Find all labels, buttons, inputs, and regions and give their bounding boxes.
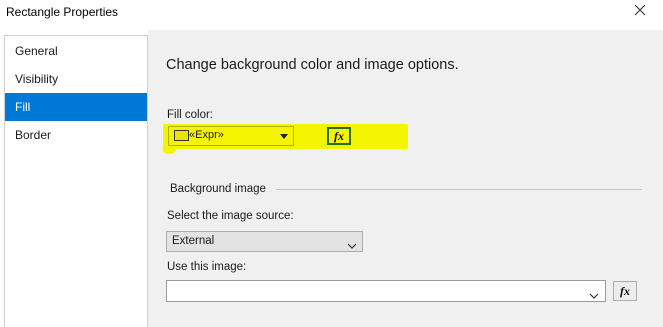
sidebar-item-visibility[interactable]: Visibility: [5, 65, 147, 93]
color-swatch: [174, 130, 189, 141]
chevron-down-icon[interactable]: [589, 287, 599, 299]
use-image-label: Use this image:: [167, 261, 247, 273]
sidebar: General Visibility Fill Border: [4, 35, 148, 327]
image-source-select[interactable]: External: [166, 231, 363, 252]
background-image-group-label: Background image: [170, 183, 266, 195]
fx-icon: fx: [620, 284, 630, 298]
dropdown-arrow-icon: [280, 134, 288, 139]
fx-icon: fx: [334, 129, 344, 143]
use-image-combobox[interactable]: [166, 280, 606, 302]
title-bar: Rectangle Properties: [0, 0, 663, 28]
image-expression-button[interactable]: fx: [613, 281, 637, 301]
page-heading: Change background color and image option…: [166, 57, 459, 73]
fill-color-dropdown[interactable]: «Expr»: [168, 126, 294, 146]
sidebar-item-fill[interactable]: Fill: [5, 93, 147, 121]
window-title: Rectangle Properties: [6, 5, 119, 19]
group-divider: [276, 189, 642, 190]
fill-color-expression-button[interactable]: fx: [327, 127, 351, 145]
image-source-value: External: [172, 235, 215, 247]
sidebar-item-general[interactable]: General: [5, 37, 147, 65]
close-icon[interactable]: [633, 3, 647, 17]
sidebar-item-border[interactable]: Border: [5, 121, 147, 149]
fill-color-label: Fill color:: [167, 109, 214, 121]
fill-color-value: «Expr»: [189, 129, 224, 141]
chevron-down-icon: [347, 237, 357, 249]
image-source-label: Select the image source:: [167, 210, 294, 222]
